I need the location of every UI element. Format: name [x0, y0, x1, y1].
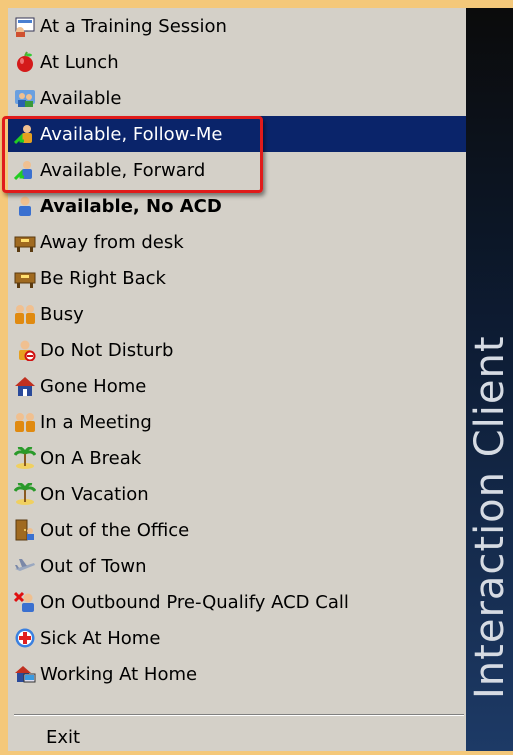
menu-item-label: On Outbound Pre-Qualify ACD Call — [40, 591, 349, 613]
menu-item-on-vacation[interactable]: On Vacation — [8, 476, 466, 512]
menu-item-label: In a Meeting — [40, 411, 152, 433]
menu-item-available-forward[interactable]: Available, Forward — [8, 152, 466, 188]
training-session-icon — [14, 15, 36, 37]
product-banner: Interaction Client — [466, 8, 513, 751]
apple-icon — [14, 51, 36, 73]
palm-tree-icon — [14, 447, 36, 469]
user-no-acd-icon — [14, 195, 36, 217]
menu-item-away-from-desk[interactable]: Away from desk — [8, 224, 466, 260]
menu-item-in-a-meeting[interactable]: In a Meeting — [8, 404, 466, 440]
product-banner-title: Interaction Client — [466, 335, 513, 699]
menu-item-label: Available, No ACD — [40, 195, 222, 217]
menu-item-do-not-disturb[interactable]: Do Not Disturb — [8, 332, 466, 368]
menu-item-label: Do Not Disturb — [40, 339, 174, 361]
do-not-disturb-icon — [14, 339, 36, 361]
busy-users-icon — [14, 303, 36, 325]
desk-icon — [14, 267, 36, 289]
menu-item-out-of-town[interactable]: Out of Town — [8, 548, 466, 584]
airplane-icon — [14, 555, 36, 577]
outbound-call-icon — [14, 591, 36, 613]
palm-tree-icon — [14, 483, 36, 505]
house-icon — [14, 375, 36, 397]
users-available-icon — [14, 87, 36, 109]
menu-item-label: Away from desk — [40, 231, 184, 253]
menu-item-label: Gone Home — [40, 375, 147, 397]
menu-item-label: Available, Follow-Me — [40, 123, 223, 145]
menu-item-gone-home[interactable]: Gone Home — [8, 368, 466, 404]
menu-item-label: Out of Town — [40, 555, 147, 577]
desk-icon — [14, 231, 36, 253]
menu-item-label: On A Break — [40, 447, 142, 469]
menu-item-on-outbound-pre-qualify-acd-call[interactable]: On Outbound Pre-Qualify ACD Call — [8, 584, 466, 620]
menu-item-label: Sick At Home — [40, 627, 161, 649]
status-menu-items: At a Training Session At Lunch Available… — [8, 8, 466, 692]
menu-item-label: Available, Forward — [40, 159, 206, 181]
menu-item-be-right-back[interactable]: Be Right Back — [8, 260, 466, 296]
exit-section: Exit — [8, 719, 466, 755]
menu-item-available-no-acd[interactable]: Available, No ACD — [8, 188, 466, 224]
office-door-icon — [14, 519, 36, 541]
meeting-users-icon — [14, 411, 36, 433]
exit-label: Exit — [46, 726, 81, 748]
menu-item-label: At a Training Session — [40, 15, 227, 37]
user-forward-icon — [14, 159, 36, 181]
menu-item-at-training-session[interactable]: At a Training Session — [8, 8, 466, 44]
user-follow-me-icon — [14, 123, 36, 145]
menu-item-working-at-home[interactable]: Working At Home — [8, 656, 466, 692]
menu-item-label: Busy — [40, 303, 84, 325]
menu-item-label: Working At Home — [40, 663, 198, 685]
menu-item-label: At Lunch — [40, 51, 119, 73]
menu-item-label: Out of the Office — [40, 519, 190, 541]
menu-item-sick-at-home[interactable]: Sick At Home — [8, 620, 466, 656]
menu-item-on-a-break[interactable]: On A Break — [8, 440, 466, 476]
menu-item-busy[interactable]: Busy — [8, 296, 466, 332]
menu-item-available-follow-me[interactable]: Available, Follow-Me — [8, 116, 466, 152]
status-context-menu: At a Training Session At Lunch Available… — [8, 8, 513, 751]
menu-separator — [14, 714, 464, 716]
menu-item-available[interactable]: Available — [8, 80, 466, 116]
home-computer-icon — [14, 663, 36, 685]
menu-item-exit[interactable]: Exit — [8, 719, 466, 755]
menu-item-at-lunch[interactable]: At Lunch — [8, 44, 466, 80]
menu-item-label: Available — [40, 87, 122, 109]
menu-item-out-of-the-office[interactable]: Out of the Office — [8, 512, 466, 548]
menu-item-label: Be Right Back — [40, 267, 166, 289]
menu-item-label: On Vacation — [40, 483, 149, 505]
medical-cross-icon — [14, 627, 36, 649]
